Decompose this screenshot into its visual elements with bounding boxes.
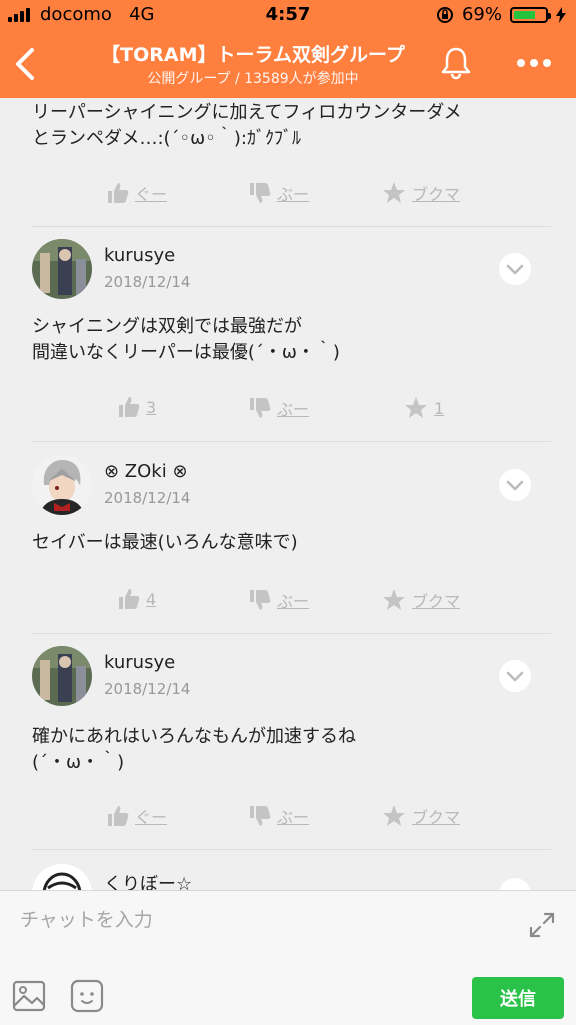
username[interactable]: ⊗ ZOki ⊗ xyxy=(104,461,188,482)
dislike-label: ぶー xyxy=(277,185,310,204)
dislike-label: ぶー xyxy=(277,592,310,611)
post-date: 2018/12/14 xyxy=(104,273,191,291)
message-body: リーパーシャイニングに加えてフィロカウンターダメ とランペダメ…:(´◦ω◦｀)… xyxy=(32,102,462,149)
message-body: セイバーは最速(いろんな意味で) xyxy=(32,532,298,553)
star-icon xyxy=(405,397,427,418)
bookmark-button[interactable]: ブクマ xyxy=(382,804,460,828)
battery-percent: 69% xyxy=(461,4,502,25)
star-icon xyxy=(383,589,405,610)
thumbs-up-icon xyxy=(119,397,140,417)
group-subtitle: 公開グループ / 13589人が参加中 xyxy=(147,71,359,87)
like-button[interactable]: 4 xyxy=(118,588,156,610)
app-header: 【TORAM】トーラム双剣グループ 公開グループ / 13589人が参加中 xyxy=(0,30,576,98)
chevron-down-icon[interactable] xyxy=(499,660,531,692)
message-list[interactable]: リーパーシャイニングに加えてフィロカウンターダメ とランペダメ…:(´◦ω◦｀)… xyxy=(0,98,576,890)
dislike-button[interactable]: ぶー xyxy=(249,804,309,828)
chevron-left-icon[interactable] xyxy=(10,44,40,84)
post-date: 2018/12/14 xyxy=(104,489,191,507)
group-title: 【TORAM】トーラム双剣グループ xyxy=(101,44,405,66)
image-icon[interactable] xyxy=(12,979,46,1013)
bookmark-count: 1 xyxy=(434,398,445,418)
dislike-button[interactable]: ぶー xyxy=(249,181,309,205)
like-button[interactable]: 3 xyxy=(118,396,156,418)
thumbs-down-icon xyxy=(250,806,271,826)
battery-icon xyxy=(510,6,551,23)
avatar[interactable] xyxy=(32,646,92,706)
bell-icon[interactable] xyxy=(440,46,472,80)
bookmark-button[interactable]: ブクマ xyxy=(382,588,460,612)
like-button[interactable]: ぐー xyxy=(107,804,167,828)
orientation-lock-icon xyxy=(436,6,453,23)
username[interactable]: kurusye xyxy=(104,245,175,266)
bookmark-label: ブクマ xyxy=(412,592,461,611)
divider xyxy=(32,849,551,850)
like-button[interactable]: ぐー xyxy=(107,181,167,205)
chat-input[interactable]: チャットを入力 xyxy=(20,905,153,932)
thumbs-down-icon xyxy=(250,183,271,203)
divider xyxy=(32,441,551,442)
sticker-icon[interactable] xyxy=(70,979,104,1013)
status-bar: docomo 4G 4:57 69% xyxy=(0,0,576,30)
username[interactable]: くりぼー☆ xyxy=(104,870,192,890)
thumbs-up-icon xyxy=(119,589,140,609)
like-count: ぐー xyxy=(135,185,168,204)
message-body: シャイニングは双剣では最強だが 間違いなくリーパーは最優(´・ω・｀) xyxy=(32,316,340,363)
like-count: 3 xyxy=(146,397,157,417)
chat-input-bar: チャットを入力 送信 xyxy=(0,890,576,1025)
divider xyxy=(32,633,551,634)
expand-icon[interactable] xyxy=(528,911,556,939)
avatar[interactable] xyxy=(32,455,92,515)
thumbs-down-icon xyxy=(250,398,271,418)
more-dots-icon[interactable] xyxy=(516,56,552,70)
chevron-down-icon[interactable] xyxy=(499,878,531,890)
like-count: 4 xyxy=(146,589,157,609)
bookmark-label: ブクマ xyxy=(412,185,461,204)
thumbs-down-icon xyxy=(250,590,271,610)
dislike-button[interactable]: ぶー xyxy=(249,588,309,612)
divider xyxy=(32,226,551,227)
bookmark-label: ブクマ xyxy=(412,808,461,827)
star-icon xyxy=(383,805,405,826)
avatar[interactable] xyxy=(32,864,92,890)
message-body: 確かにあれはいろんなもんが加速するね (´・ω・｀) xyxy=(32,726,356,773)
bookmark-button[interactable]: 1 xyxy=(404,396,444,420)
chevron-down-icon[interactable] xyxy=(499,469,531,501)
like-label: ぐー xyxy=(135,808,168,827)
chevron-down-icon[interactable] xyxy=(499,253,531,285)
post-date: 2018/12/14 xyxy=(104,680,191,698)
thumbs-up-icon xyxy=(108,183,129,203)
send-button[interactable]: 送信 xyxy=(472,977,564,1019)
thumbs-up-icon xyxy=(108,806,129,826)
dislike-button[interactable]: ぶー xyxy=(249,396,309,420)
username[interactable]: kurusye xyxy=(104,652,175,673)
charging-icon xyxy=(556,6,566,23)
bookmark-button[interactable]: ブクマ xyxy=(382,181,460,205)
star-icon xyxy=(383,182,405,203)
dislike-label: ぶー xyxy=(277,808,310,827)
avatar[interactable] xyxy=(32,239,92,299)
dislike-label: ぶー xyxy=(277,400,310,419)
